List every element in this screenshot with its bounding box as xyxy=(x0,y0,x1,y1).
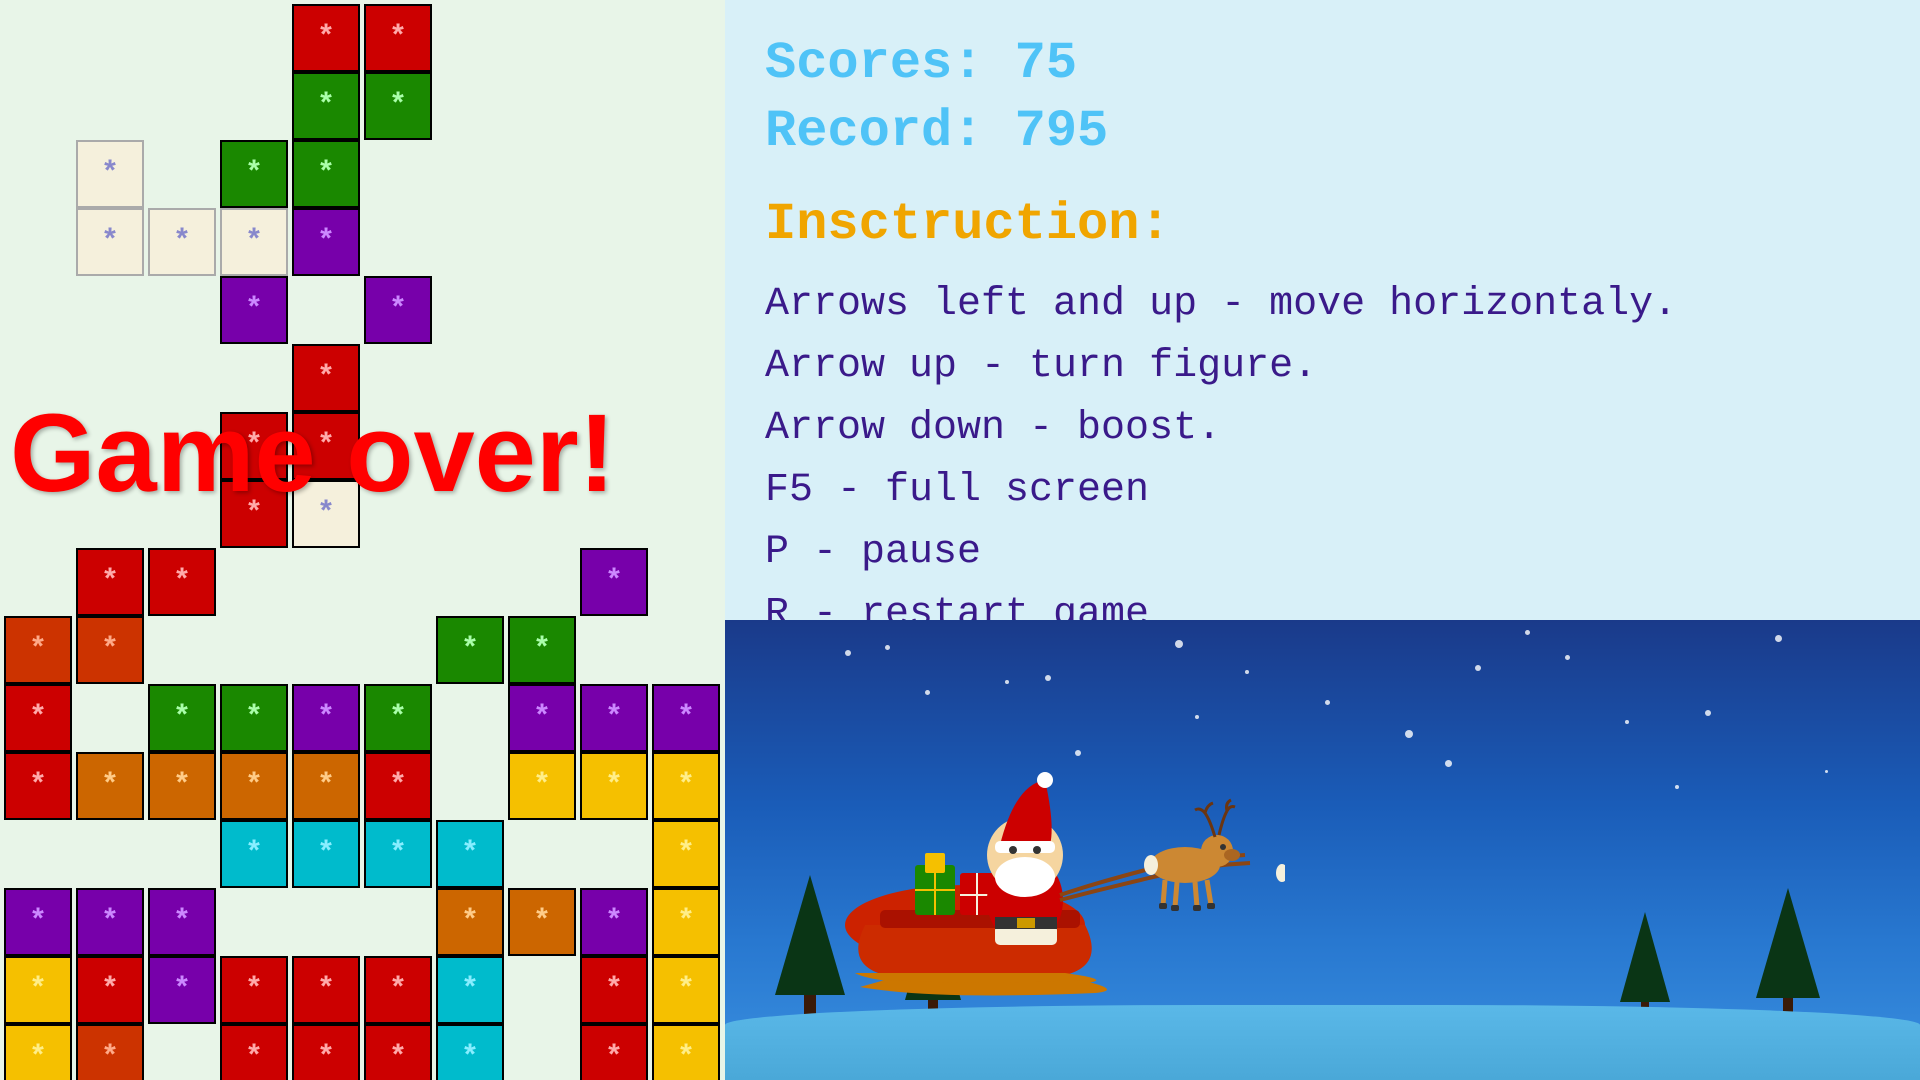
block: * xyxy=(436,616,504,684)
block: * xyxy=(508,684,576,752)
block: * xyxy=(292,956,360,1024)
block: * xyxy=(220,956,288,1024)
santa-svg xyxy=(785,725,1285,1025)
scores-display: Scores: 75 xyxy=(765,30,1880,98)
block: * xyxy=(148,752,216,820)
block: * xyxy=(76,208,144,276)
block: * xyxy=(220,752,288,820)
block: * xyxy=(292,140,360,208)
block: * xyxy=(364,276,432,344)
game-board: ****************************************… xyxy=(0,0,725,1080)
block: * xyxy=(292,72,360,140)
block: * xyxy=(652,1024,720,1080)
block: * xyxy=(220,820,288,888)
block: * xyxy=(76,1024,144,1080)
block: * xyxy=(652,956,720,1024)
block: * xyxy=(364,1024,432,1080)
block: * xyxy=(76,888,144,956)
instruction-title: Insctruction: xyxy=(765,195,1880,254)
block: * xyxy=(652,888,720,956)
block: * xyxy=(508,616,576,684)
block: * xyxy=(76,140,144,208)
right-panel: Scores: 75 Record: 795 Insctruction: Arr… xyxy=(725,0,1920,1080)
block: * xyxy=(76,956,144,1024)
record-display: Record: 795 xyxy=(765,98,1880,166)
block: * xyxy=(4,616,72,684)
block: * xyxy=(580,752,648,820)
block: * xyxy=(220,208,288,276)
christmas-scene xyxy=(725,620,1920,1080)
block: * xyxy=(580,1024,648,1080)
block: * xyxy=(580,956,648,1024)
block: * xyxy=(292,1024,360,1080)
block: * xyxy=(652,820,720,888)
block: * xyxy=(436,820,504,888)
block: * xyxy=(220,276,288,344)
block: * xyxy=(508,888,576,956)
block: * xyxy=(364,684,432,752)
block: * xyxy=(580,684,648,752)
block: * xyxy=(652,752,720,820)
block: * xyxy=(580,888,648,956)
block: * xyxy=(292,208,360,276)
info-panel: Scores: 75 Record: 795 Insctruction: Arr… xyxy=(725,0,1920,620)
block: * xyxy=(292,752,360,820)
block: * xyxy=(220,684,288,752)
block: * xyxy=(76,752,144,820)
block: * xyxy=(4,752,72,820)
game-over-text: Game over! xyxy=(10,390,615,517)
block: * xyxy=(580,548,648,616)
block: * xyxy=(4,956,72,1024)
block: * xyxy=(292,684,360,752)
block: * xyxy=(220,1024,288,1080)
block: * xyxy=(4,888,72,956)
block: * xyxy=(148,888,216,956)
block: * xyxy=(364,752,432,820)
block: * xyxy=(364,956,432,1024)
block: * xyxy=(4,684,72,752)
block: * xyxy=(292,820,360,888)
block: * xyxy=(292,4,360,72)
block: * xyxy=(76,548,144,616)
block: * xyxy=(148,548,216,616)
block: * xyxy=(436,1024,504,1080)
block: * xyxy=(652,684,720,752)
block: * xyxy=(148,208,216,276)
block: * xyxy=(364,72,432,140)
block: * xyxy=(148,956,216,1024)
block: * xyxy=(76,616,144,684)
board-grid: ****************************************… xyxy=(0,0,725,1080)
block: * xyxy=(364,4,432,72)
block: * xyxy=(436,888,504,956)
block: * xyxy=(148,684,216,752)
block: * xyxy=(364,820,432,888)
block: * xyxy=(436,956,504,1024)
block: * xyxy=(508,752,576,820)
block: * xyxy=(4,1024,72,1080)
block: * xyxy=(220,140,288,208)
